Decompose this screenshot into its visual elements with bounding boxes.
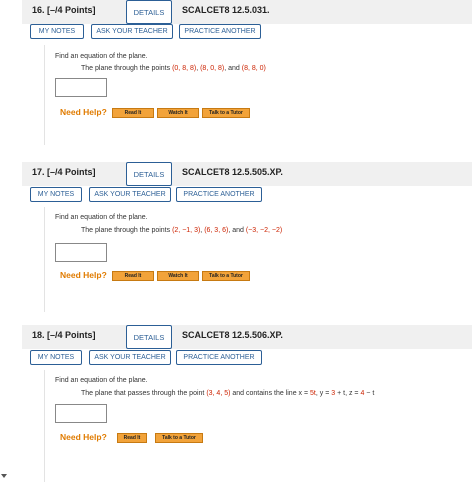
- problem-header: 18. [–/4 Points] DETAILS SCALCET8 12.5.5…: [22, 325, 472, 349]
- instruction-text: Find an equation of the plane.: [55, 53, 148, 60]
- need-help-label: Need Help?: [60, 270, 107, 280]
- problem-number: 18. [–/4 Points]: [32, 330, 96, 340]
- read-it-button[interactable]: Read It: [112, 271, 154, 281]
- answer-input[interactable]: [55, 243, 107, 262]
- details-button[interactable]: DETAILS: [126, 0, 172, 24]
- statement-text: + t, z =: [335, 390, 361, 397]
- ask-teacher-button[interactable]: ASK YOUR TEACHER: [89, 187, 171, 202]
- talk-to-tutor-button[interactable]: Talk to a Tutor: [155, 433, 203, 443]
- problem-header: 17. [–/4 Points] DETAILS SCALCET8 12.5.5…: [22, 162, 472, 186]
- problem-statement: The plane through the points (0, 8, 8) , …: [81, 65, 266, 72]
- need-help-label: Need Help?: [60, 107, 107, 117]
- problem-number: 16. [–/4 Points]: [32, 5, 96, 15]
- details-button[interactable]: DETAILS: [126, 325, 172, 349]
- problem-body: Find an equation of the plane. The plane…: [44, 45, 474, 145]
- point-value: (8, 0, 8): [200, 65, 225, 72]
- my-notes-button[interactable]: MY NOTES: [30, 24, 84, 39]
- statement-text: , y =: [315, 390, 332, 397]
- problem-code: SCALCET8 12.5.031.: [182, 5, 270, 15]
- statement-text: , and: [224, 65, 242, 72]
- watch-it-button[interactable]: Watch It: [157, 271, 199, 281]
- my-notes-button[interactable]: MY NOTES: [30, 187, 82, 202]
- instruction-text: Find an equation of the plane.: [55, 377, 148, 384]
- read-it-button[interactable]: Read It: [117, 433, 147, 443]
- practice-another-button[interactable]: PRACTICE ANOTHER: [176, 187, 262, 202]
- problem-code: SCALCET8 12.5.505.XP.: [182, 167, 283, 177]
- point-value: (2, −1, 3): [172, 227, 201, 234]
- my-notes-button[interactable]: MY NOTES: [30, 350, 82, 365]
- talk-to-tutor-button[interactable]: Talk to a Tutor: [202, 271, 250, 281]
- statement-text: − t: [364, 390, 375, 397]
- problem-code: SCALCET8 12.5.506.XP.: [182, 330, 283, 340]
- point-value: (3, 4, 5): [206, 390, 231, 397]
- point-value: (8, 8, 0): [241, 65, 266, 72]
- point-value: (−3, −2, −2): [245, 227, 283, 234]
- practice-another-button[interactable]: PRACTICE ANOTHER: [179, 24, 261, 39]
- scroll-down-icon[interactable]: [1, 474, 7, 478]
- problem-header: 16. [–/4 Points] DETAILS SCALCET8 12.5.0…: [22, 0, 472, 24]
- talk-to-tutor-button[interactable]: Talk to a Tutor: [202, 108, 250, 118]
- ask-teacher-button[interactable]: ASK YOUR TEACHER: [91, 24, 173, 39]
- problem-body: Find an equation of the plane. The plane…: [44, 370, 474, 482]
- problem-number: 17. [–/4 Points]: [32, 167, 96, 177]
- problem-statement: The plane that passes through the point …: [81, 390, 374, 397]
- need-help-label: Need Help?: [60, 432, 107, 442]
- statement-prefix: The plane through the points: [81, 65, 173, 72]
- statement-text: and contains the line x =: [230, 390, 311, 397]
- problem-body: Find an equation of the plane. The plane…: [44, 207, 474, 312]
- point-value: (0, 8, 8): [172, 65, 197, 72]
- problem-statement: The plane through the points (2, −1, 3),…: [81, 227, 282, 234]
- statement-prefix: The plane that passes through the point: [81, 390, 207, 397]
- answer-input[interactable]: [55, 78, 107, 97]
- statement-prefix: The plane through the points: [81, 227, 173, 234]
- point-value: (6, 3, 6): [204, 227, 229, 234]
- statement-text: , and: [228, 227, 246, 234]
- practice-another-button[interactable]: PRACTICE ANOTHER: [176, 350, 262, 365]
- watch-it-button[interactable]: Watch It: [157, 108, 199, 118]
- details-button[interactable]: DETAILS: [126, 162, 172, 186]
- instruction-text: Find an equation of the plane.: [55, 214, 148, 221]
- read-it-button[interactable]: Read It: [112, 108, 154, 118]
- ask-teacher-button[interactable]: ASK YOUR TEACHER: [89, 350, 171, 365]
- answer-input[interactable]: [55, 404, 107, 423]
